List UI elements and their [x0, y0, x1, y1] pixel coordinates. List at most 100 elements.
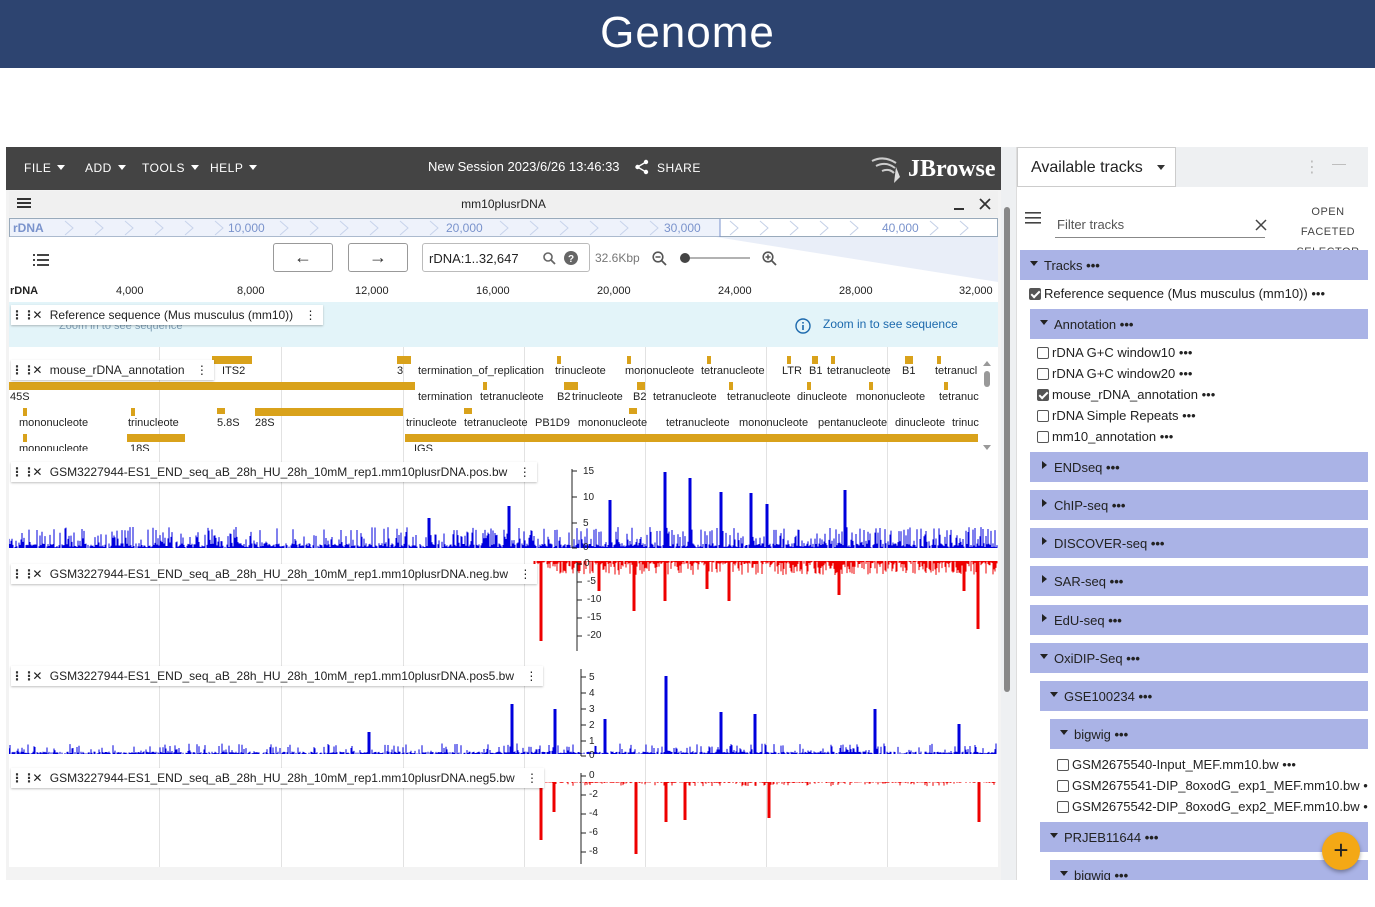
view-scrollbar[interactable]	[1004, 207, 1010, 692]
title-banner: Genome	[0, 0, 1375, 68]
track-item[interactable]: mouse_rDNA_annotation •••	[1037, 385, 1215, 405]
track-item[interactable]: mm10_annotation •••	[1037, 427, 1173, 447]
category-chipseq[interactable]: ChIP-seq •••	[1030, 490, 1368, 520]
feature-label: tetranucl	[935, 365, 978, 377]
feature-label: mononucleote	[578, 417, 648, 429]
feature-label: tetranucleote	[701, 365, 765, 377]
track-selector-panel: Available tracks ⋮ — Filter tracks OPEN …	[1016, 147, 1368, 880]
track-menu-icon[interactable]: ⋮	[525, 669, 537, 683]
tracks-container: Zoom in to see sequence Zoom in to see s…	[9, 302, 998, 867]
zoom-out-icon[interactable]	[652, 251, 667, 266]
track-menu-icon[interactable]: ⋮	[305, 308, 317, 322]
axis-label: -8	[589, 846, 598, 857]
feature-label: dinucleote	[797, 391, 848, 403]
menu-help[interactable]: HELP	[210, 161, 258, 175]
track-label-bw2[interactable]: ⋮⋮ ✕ GSM3227944-ES1_END_seq_aB_28h_HU_28…	[11, 564, 538, 584]
track-menu-icon[interactable]: ⋮	[196, 363, 208, 377]
close-track-icon[interactable]: ✕	[32, 363, 42, 377]
track-name: GSM3227944-ES1_END_seq_aB_28h_HU_28h_10m…	[49, 567, 509, 581]
track-label-bw1[interactable]: ⋮⋮ ✕ GSM3227944-ES1_END_seq_aB_28h_HU_28…	[11, 462, 537, 482]
panel-minimize-icon[interactable]: —	[1332, 155, 1346, 171]
checkbox-checked[interactable]	[1029, 288, 1041, 300]
location-search-input[interactable]: rDNA:1..32,647 ?	[422, 243, 590, 272]
menu-file[interactable]: FILE	[24, 161, 66, 175]
category-gse100234[interactable]: GSE100234 •••	[1040, 681, 1368, 711]
available-tracks-dropdown[interactable]: Available tracks	[1017, 147, 1176, 187]
track-name: GSM3227944-ES1_END_seq_aB_28h_HU_28h_10m…	[49, 465, 508, 479]
help-icon[interactable]: ?	[564, 251, 578, 265]
drag-handle-icon[interactable]: ⋮⋮	[11, 768, 35, 788]
axis-label: 0	[589, 750, 595, 761]
menu-add[interactable]: ADD	[85, 161, 126, 175]
pan-right-button[interactable]: →	[348, 243, 408, 272]
track-menu-icon[interactable]: ⋮	[526, 771, 538, 785]
track-item-refseq[interactable]: Reference sequence (Mus musculus (mm10))…	[1029, 284, 1325, 304]
ruler-tick: 32,000	[959, 285, 993, 297]
axis-label: -15	[587, 612, 602, 623]
track-label-annotation[interactable]: ⋮⋮ ✕ mouse_rDNA_annotation ⋮	[11, 360, 214, 380]
drag-handle-icon[interactable]: ⋮⋮	[11, 564, 35, 584]
feature-label: B2	[557, 391, 571, 403]
track-label-bw4[interactable]: ⋮⋮ ✕ GSM3227944-ES1_END_seq_aB_28h_HU_28…	[11, 768, 545, 788]
menu-tools[interactable]: TOOLS	[142, 161, 199, 175]
track-item[interactable]: rDNA G+C window10 •••	[1037, 343, 1192, 363]
track-name: Reference sequence (Mus musculus (mm10))	[49, 308, 294, 322]
add-track-button[interactable]: +	[1322, 832, 1360, 870]
close-track-icon[interactable]: ✕	[32, 308, 42, 322]
track-menu-icon[interactable]: ⋮	[519, 567, 531, 581]
drag-handle-icon[interactable]: ⋮⋮	[11, 462, 35, 482]
search-icon[interactable]	[543, 252, 556, 265]
category-oxidipseq[interactable]: OxiDIP-Seq •••	[1030, 643, 1368, 673]
category-discoverseq[interactable]: DISCOVER-seq •••	[1030, 528, 1368, 558]
overview-scale-bar[interactable]: rDNA 10,000 20,000 30,000 40,000	[9, 218, 998, 238]
category-annotation[interactable]: Annotation •••	[1030, 309, 1368, 339]
filter-placeholder: Filter tracks	[1057, 217, 1125, 232]
feature-label: trinucleote	[555, 365, 606, 377]
zoom-span-label: 32.6Kbp	[595, 251, 640, 265]
axis-label: 15	[583, 466, 595, 477]
close-track-icon[interactable]: ✕	[32, 567, 42, 581]
category-tracks[interactable]: Tracks •••	[1020, 250, 1368, 280]
ruler-tick: 8,000	[237, 285, 265, 297]
track-item[interactable]: GSM2675541-DIP_8oxodG_exp1_MEF.mm10.bw •…	[1057, 776, 1368, 796]
category-eduseq[interactable]: EdU-seq •••	[1030, 605, 1368, 635]
close-track-icon[interactable]: ✕	[32, 771, 42, 785]
drag-handle-icon[interactable]: ⋮⋮	[11, 305, 35, 325]
assembly-name: mm10plusrDNA	[461, 197, 546, 211]
track-label-refseq[interactable]: ⋮⋮ ✕ Reference sequence (Mus musculus (m…	[11, 305, 323, 325]
filter-tracks-input[interactable]: Filter tracks	[1055, 215, 1267, 238]
close-view-icon[interactable]	[979, 198, 991, 210]
drag-handle-icon[interactable]: ⋮⋮	[11, 666, 35, 686]
annotation-scrollbar[interactable]	[982, 358, 992, 454]
category-bigwig[interactable]: bigwig •••	[1050, 719, 1368, 749]
category-sarseq[interactable]: SAR-seq •••	[1030, 566, 1368, 596]
panel-menu-icon[interactable]: ⋮	[1304, 157, 1320, 177]
feature-label: tetranucleote	[480, 391, 544, 403]
track-item[interactable]: GSM2675542-DIP_8oxodG_exp2_MEF.mm10.bw •…	[1057, 797, 1368, 817]
minimize-icon[interactable]	[953, 199, 965, 211]
feature-label: pentanucleote	[818, 417, 888, 429]
drag-handle-icon[interactable]: ⋮⋮	[11, 360, 35, 380]
track-item[interactable]: GSM2675540-Input_MEF.mm10.bw •••	[1057, 755, 1296, 775]
session-name[interactable]: New Session 2023/6/26 13:46:33	[428, 159, 620, 174]
clear-filter-icon[interactable]	[1255, 219, 1267, 231]
share-icon[interactable]	[634, 159, 650, 175]
track-name: mouse_rDNA_annotation	[49, 363, 185, 377]
close-track-icon[interactable]: ✕	[32, 669, 42, 683]
category-endseq[interactable]: ENDseq •••	[1030, 452, 1368, 482]
feature-label: tetranucleote	[666, 417, 730, 429]
track-menu-icon[interactable]: ⋮	[519, 465, 531, 479]
track-item[interactable]: rDNA Simple Repeats •••	[1037, 406, 1196, 426]
feature-label: mononucleote	[19, 417, 89, 429]
track-label-bw3[interactable]: ⋮⋮ ✕ GSM3227944-ES1_END_seq_aB_28h_HU_28…	[11, 666, 544, 686]
feature-label: tetranucleote	[827, 365, 891, 377]
ruler-refname: rDNA	[10, 285, 39, 297]
track-selector-icon[interactable]	[33, 253, 49, 267]
selector-menu-icon[interactable]	[1025, 212, 1041, 224]
track-item[interactable]: rDNA G+C window20 •••	[1037, 364, 1192, 384]
category-bigwig-2[interactable]: bigwig •••	[1050, 860, 1368, 880]
pan-left-button[interactable]: ←	[273, 243, 333, 272]
category-prjeb11644[interactable]: PRJEB11644 •••	[1040, 822, 1368, 852]
close-track-icon[interactable]: ✕	[32, 465, 42, 479]
share-button[interactable]: SHARE	[657, 161, 701, 175]
